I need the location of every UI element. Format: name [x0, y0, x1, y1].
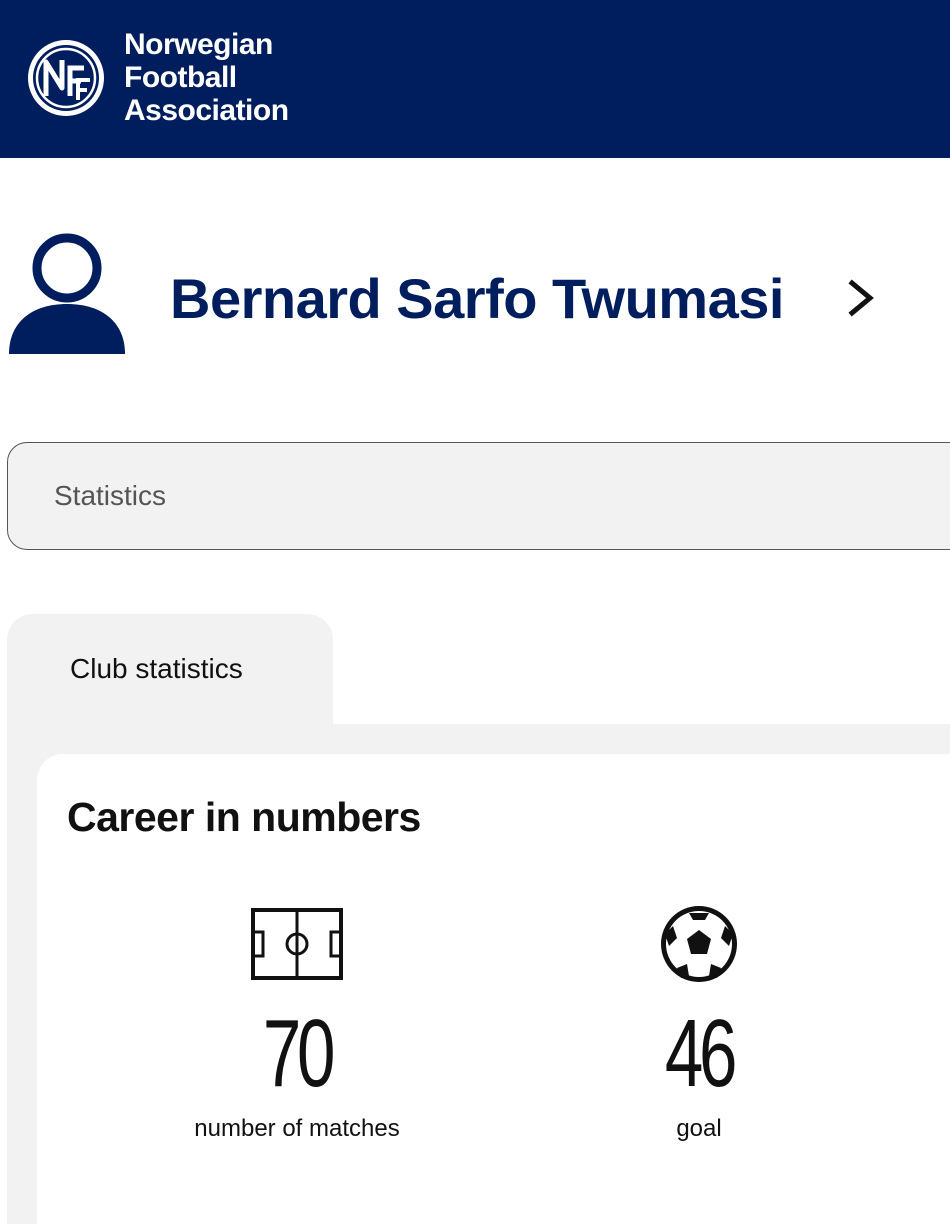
- brand-line-2: Football: [124, 61, 237, 94]
- site-header: Norwegian Football Association: [0, 0, 950, 158]
- stat-matches: 70 number of matches: [147, 904, 447, 1144]
- brand-line-3: Association: [124, 94, 289, 127]
- brand-line-1: Norwegian: [124, 28, 273, 61]
- chevron-right-icon[interactable]: [846, 278, 878, 318]
- player-name-link[interactable]: Bernard Sarfo Twumasi: [170, 264, 784, 334]
- tab-club-statistics[interactable]: Club statistics: [7, 614, 333, 754]
- stat-matches-label: number of matches: [194, 1115, 400, 1142]
- stat-goals-label: goal: [676, 1115, 722, 1142]
- football-pitch-icon: [251, 908, 343, 980]
- career-card: Career in numbers 70 number of matches 4…: [37, 754, 950, 1224]
- statistics-dropdown-label: Statistics: [54, 480, 167, 511]
- stat-goals-value: 46: [664, 1000, 738, 1107]
- football-ball-icon: [661, 906, 737, 982]
- person-icon: [9, 233, 125, 354]
- stat-matches-value: 70: [262, 1000, 336, 1107]
- stat-goals: 46 goal: [549, 904, 849, 1144]
- statistics-dropdown[interactable]: Statistics: [7, 442, 950, 550]
- brand-wordmark[interactable]: Norwegian Football Association: [124, 28, 289, 127]
- nff-logo-icon[interactable]: [26, 38, 106, 118]
- career-title: Career in numbers: [67, 794, 421, 840]
- tab-club-statistics-label: Club statistics: [70, 653, 243, 684]
